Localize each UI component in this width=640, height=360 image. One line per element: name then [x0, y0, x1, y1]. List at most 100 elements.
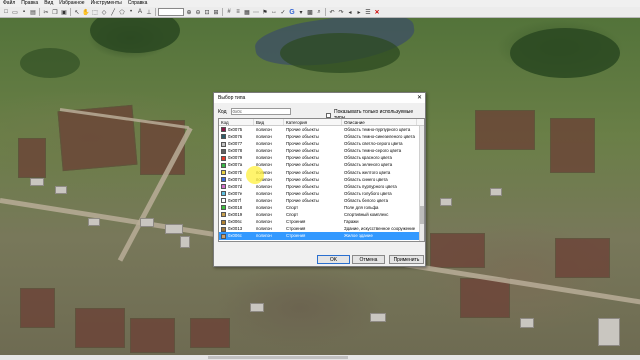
- table-row[interactable]: 0x0076 полигон Прочие объекты Область темно…: [219, 133, 424, 140]
- color-swatch: [221, 184, 226, 190]
- table-row[interactable]: 0x007e полигон Прочие объекты Область голуб…: [219, 190, 424, 197]
- measure-icon[interactable]: ↔: [270, 8, 278, 16]
- table-row[interactable]: 0x0019 полигон Спорт Спортивный комплекс: [219, 211, 424, 218]
- menu-item[interactable]: Справка: [125, 0, 151, 7]
- menu-item[interactable]: Файл: [0, 0, 18, 7]
- polygon-icon[interactable]: ⬠: [118, 8, 126, 16]
- menu-item[interactable]: Инструменты: [88, 0, 125, 7]
- arrow-right-icon[interactable]: ▸: [355, 8, 363, 16]
- horizontal-scrollbar-thumb[interactable]: [208, 356, 348, 359]
- paste-icon[interactable]: ▣: [60, 8, 68, 16]
- zoom-all-icon[interactable]: ⊞: [212, 8, 220, 16]
- ok-button[interactable]: OK: [317, 255, 350, 264]
- new-file-icon[interactable]: □: [2, 8, 10, 16]
- used-types-checkbox[interactable]: [326, 112, 331, 118]
- field-plot: [550, 118, 595, 173]
- column-header-kind[interactable]: Вид: [254, 119, 284, 125]
- cut-icon[interactable]: ✂: [42, 8, 50, 16]
- field-plot: [20, 288, 55, 328]
- select-icon[interactable]: ⬚: [91, 8, 99, 16]
- menu-item[interactable]: Избранное: [56, 0, 87, 7]
- cell-kind: полигон: [256, 205, 272, 211]
- apply-button[interactable]: Применить: [389, 255, 424, 264]
- field-plot: [555, 238, 610, 278]
- toolbar-separator: [222, 8, 223, 16]
- list-scrollbar[interactable]: [419, 126, 424, 241]
- cell-kind: полигон: [256, 233, 272, 239]
- grid-icon[interactable]: #: [225, 8, 233, 16]
- cell-code: 0x0013: [219, 225, 254, 232]
- field-plot: [190, 318, 230, 348]
- table-row[interactable]: 0x0079 полигон Прочие объекты Область красн…: [219, 154, 424, 161]
- cell-category: Прочие объекты: [286, 183, 319, 189]
- cell-code: 0x0018: [219, 204, 254, 211]
- cancel-button[interactable]: Отмена: [352, 255, 385, 264]
- table-row[interactable]: 0x006c полигон Строения Гаражи: [219, 218, 424, 225]
- hand-icon[interactable]: ✋: [82, 8, 90, 16]
- table-row[interactable]: 0x0078 полигон Прочие объекты Область темно…: [219, 147, 424, 154]
- ruler-icon[interactable]: ⊥: [145, 8, 153, 16]
- close-icon[interactable]: ✕: [373, 8, 381, 16]
- table-row[interactable]: 0x007d полигон Прочие объекты Область пурпу…: [219, 183, 424, 190]
- color-swatch: [221, 233, 226, 239]
- building: [55, 186, 67, 194]
- table-row[interactable]: 0x0075 полигон Прочие объекты Область темно…: [219, 126, 424, 133]
- zoom-window-icon[interactable]: ⊡: [203, 8, 211, 16]
- pointer-icon[interactable]: ↖: [73, 8, 81, 16]
- text-icon[interactable]: A: [136, 8, 144, 16]
- waypoint-icon[interactable]: ⚑: [261, 8, 269, 16]
- building: [30, 178, 44, 186]
- building: [598, 318, 620, 346]
- point-icon[interactable]: •: [127, 8, 135, 16]
- zoom-combobox[interactable]: [158, 8, 184, 16]
- column-header-code[interactable]: Код: [219, 119, 254, 125]
- table-row[interactable]: 0x0077 полигон Прочие объекты Область светл…: [219, 140, 424, 147]
- zoom-out-icon[interactable]: ⊖: [194, 8, 202, 16]
- menu-item[interactable]: Вид: [41, 0, 56, 7]
- menu-item[interactable]: Правка: [18, 0, 41, 7]
- column-header-category[interactable]: Категория: [284, 119, 342, 125]
- table-row[interactable]: 0x006c полигон Строения Жилое здание: [219, 232, 424, 240]
- check-icon[interactable]: ✓: [279, 8, 287, 16]
- copy-icon[interactable]: ❐: [51, 8, 59, 16]
- table-row[interactable]: 0x0018 полигон Спорт Поле для гольфа: [219, 204, 424, 211]
- cell-description: Поле для гольфа: [344, 205, 379, 211]
- cell-description: Здание, искусственное сооружение: [344, 226, 416, 232]
- search-icon[interactable]: ⌕: [315, 8, 323, 16]
- table-row[interactable]: 0x007f полигон Прочие объекты Область белог…: [219, 197, 424, 204]
- properties-icon[interactable]: ☰: [364, 8, 372, 16]
- cell-description: Область синего цвета: [344, 176, 388, 182]
- undo-icon[interactable]: ↶: [328, 8, 336, 16]
- dropdown-icon[interactable]: ▾: [297, 8, 305, 16]
- menu-bar: Файл Правка Вид Избранное Инструменты Справка: [0, 0, 640, 7]
- tracks-icon[interactable]: ⋯: [252, 8, 260, 16]
- types-list-body: 0x0075 полигон Прочие объекты Область темно…: [219, 126, 424, 242]
- toolbar-separator: [155, 8, 156, 16]
- layers-icon[interactable]: ≡: [234, 8, 242, 16]
- save-icon[interactable]: ▪: [20, 8, 28, 16]
- line-icon[interactable]: ╱: [109, 8, 117, 16]
- cell-kind: полигон: [256, 141, 272, 147]
- table-row[interactable]: 0x0064 полигонСтроенияАдминистративное зд…: [219, 240, 424, 242]
- open-icon[interactable]: ▭: [11, 8, 19, 16]
- print-icon[interactable]: ▤: [29, 8, 37, 16]
- building: [140, 218, 154, 227]
- google-icon[interactable]: G: [288, 8, 296, 16]
- cell-category: Спорт: [286, 212, 299, 218]
- cell-code-text: 0x007b: [228, 169, 243, 175]
- code-input[interactable]: 0x0c: [230, 108, 291, 115]
- list-scrollbar-thumb[interactable]: [420, 206, 424, 224]
- table-row[interactable]: 0x0013 полигон Строения Здание, искусственн…: [219, 225, 424, 232]
- horizontal-scrollbar[interactable]: [0, 355, 640, 360]
- map-icon[interactable]: ▦: [243, 8, 251, 16]
- cell-kind: полигон: [254, 240, 284, 242]
- node-icon[interactable]: ◇: [100, 8, 108, 16]
- dialog-close-icon[interactable]: ✕: [417, 94, 422, 102]
- image-icon[interactable]: ▩: [306, 8, 314, 16]
- column-header-description[interactable]: Описание: [342, 119, 417, 125]
- zoom-in-icon[interactable]: ⊕: [185, 8, 193, 16]
- cell-kind: полигон: [256, 127, 272, 132]
- field-plot: [475, 110, 535, 150]
- arrow-left-icon[interactable]: ◂: [346, 8, 354, 16]
- redo-icon[interactable]: ↷: [337, 8, 345, 16]
